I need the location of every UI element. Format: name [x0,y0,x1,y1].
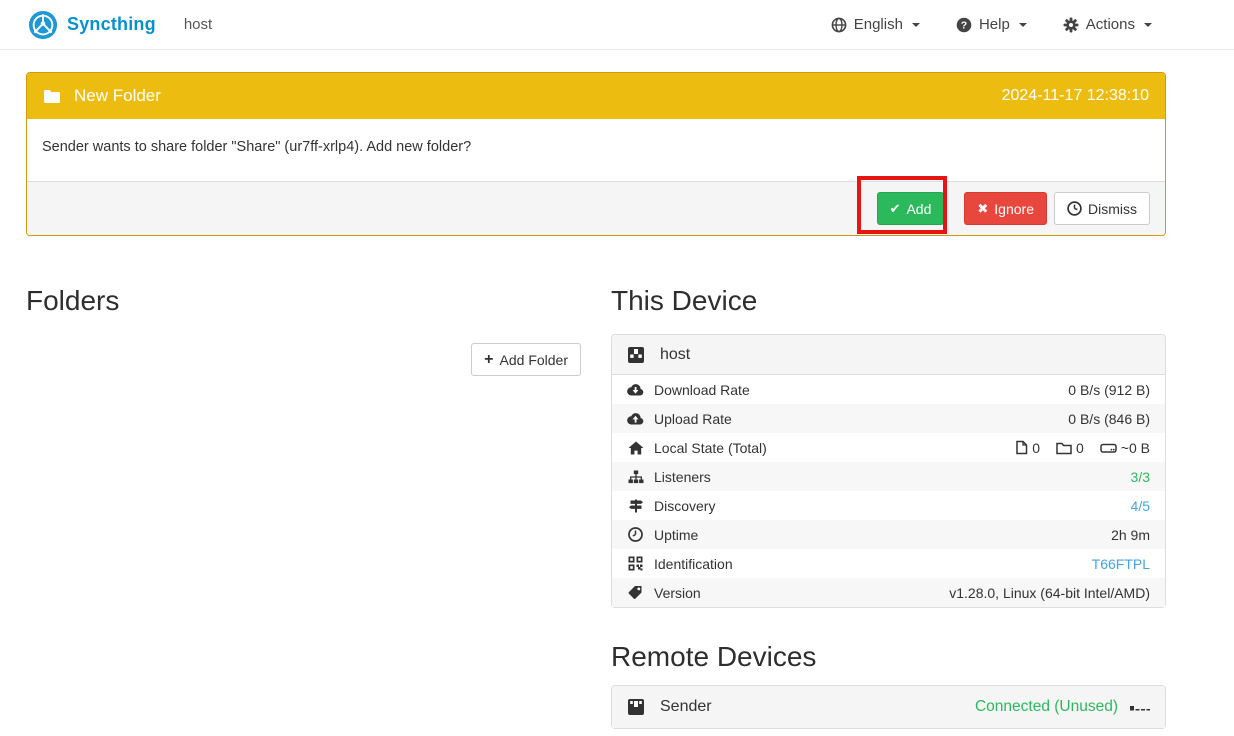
row-label: Uptime [654,527,698,543]
row-value: 0 B/s (846 B) [1068,411,1150,427]
notification-body: Sender wants to share folder "Share" (ur… [27,119,1165,181]
local-size: ~0 B [1121,440,1150,456]
cloud-upload-icon [627,412,644,425]
clock-icon [627,527,644,542]
this-device-panel: host Download Rate 0 B/s (912 B) [611,334,1166,608]
row-label: Upload Rate [654,411,732,427]
hdd-icon [1100,441,1117,454]
row-label: Identification [654,556,733,572]
row-value: 3/3 [1131,469,1150,485]
signal-strength-icon [1130,701,1150,713]
notification-timestamp: 2024-11-17 12:38:10 [1002,87,1149,105]
local-state-values: 0 0 [1015,440,1150,456]
qrcode-icon [627,556,644,571]
uptime-row: Uptime 2h 9m [612,520,1165,549]
home-icon [627,441,644,455]
this-device-header[interactable]: host [612,335,1165,375]
globe-icon [831,17,847,33]
dismiss-button[interactable]: Dismiss [1054,192,1150,225]
remote-device-header[interactable]: Sender Connected (Unused) [612,686,1165,728]
check-icon: ✔ [890,202,901,215]
device-id-link[interactable]: T66FTPL [1092,556,1150,572]
chevron-down-icon [1019,23,1027,27]
notification-message: Sender wants to share folder "Share" (ur… [42,139,471,155]
local-folders-count: 0 [1076,440,1084,456]
notification-title: New Folder [74,86,161,106]
remote-device-name: Sender [660,698,712,716]
signpost-icon [627,499,644,513]
navbar: Syncthing host English ? Help [0,0,1234,50]
remote-devices-heading: Remote Devices [611,640,1166,673]
file-icon [1015,440,1028,455]
sitemap-icon [627,470,644,484]
ignore-button[interactable]: ✖ Ignore [964,192,1047,225]
device-icon [627,346,645,364]
brand-name: Syncthing [67,14,156,35]
this-device-name: host [660,346,690,364]
row-label: Discovery [654,498,715,514]
remote-device-panel: Sender Connected (Unused) [611,685,1166,729]
upload-rate-row: Upload Rate 0 B/s (846 B) [612,404,1165,433]
question-circle-icon: ? [956,17,972,33]
devices-column: This Device host [611,284,1166,729]
row-value[interactable]: 4/5 [1131,498,1150,514]
navbar-device-name: host [184,16,212,33]
syncthing-logo-icon [28,10,58,40]
svg-text:?: ? [961,19,967,31]
this-device-heading: This Device [611,284,1166,317]
remote-device-status: Connected (Unused) [975,698,1118,716]
clock-icon [1067,201,1082,216]
syncthing-logo-brand[interactable]: Syncthing [28,10,156,40]
local-files-count: 0 [1032,440,1040,456]
row-label: Listeners [654,469,711,485]
chevron-down-icon [912,23,920,27]
device-icon [627,698,645,716]
row-label: Download Rate [654,382,750,398]
language-menu[interactable]: English [831,16,920,33]
plus-icon: + [484,352,493,368]
add-folder-button[interactable]: + Add Folder [471,343,581,376]
identification-row: Identification T66FTPL [612,549,1165,578]
row-label: Version [654,585,701,601]
help-menu-label: Help [979,16,1010,33]
navbar-menus: English ? Help [831,16,1152,33]
row-value: 2h 9m [1111,527,1150,543]
language-menu-label: English [854,16,903,33]
listeners-row: Listeners 3/3 [612,462,1165,491]
folder-icon [43,89,61,104]
tag-icon [627,585,644,600]
gear-icon [1063,17,1079,33]
add-button[interactable]: ✔ Add [877,192,945,225]
folders-heading: Folders [26,284,581,317]
help-menu[interactable]: ? Help [956,16,1027,33]
discovery-row: Discovery 4/5 [612,491,1165,520]
row-value: v1.28.0, Linux (64-bit Intel/AMD) [949,585,1150,601]
notification-header: New Folder 2024-11-17 12:38:10 [27,73,1165,119]
row-label: Local State (Total) [654,440,767,456]
x-icon: ✖ [977,202,988,215]
actions-menu[interactable]: Actions [1063,16,1152,33]
new-folder-notification-panel: New Folder 2024-11-17 12:38:10 Sender wa… [26,72,1166,236]
local-state-row: Local State (Total) 0 [612,433,1165,462]
cloud-download-icon [627,383,644,396]
download-rate-row: Download Rate 0 B/s (912 B) [612,375,1165,404]
folder-outline-icon [1056,441,1072,455]
version-row: Version v1.28.0, Linux (64-bit Intel/AMD… [612,578,1165,607]
row-value: 0 B/s (912 B) [1068,382,1150,398]
folders-column: Folders + Add Folder [26,284,581,729]
notification-footer: ✔ Add ✖ Ignore Dismiss [27,181,1165,235]
chevron-down-icon [1144,23,1152,27]
actions-menu-label: Actions [1086,16,1135,33]
